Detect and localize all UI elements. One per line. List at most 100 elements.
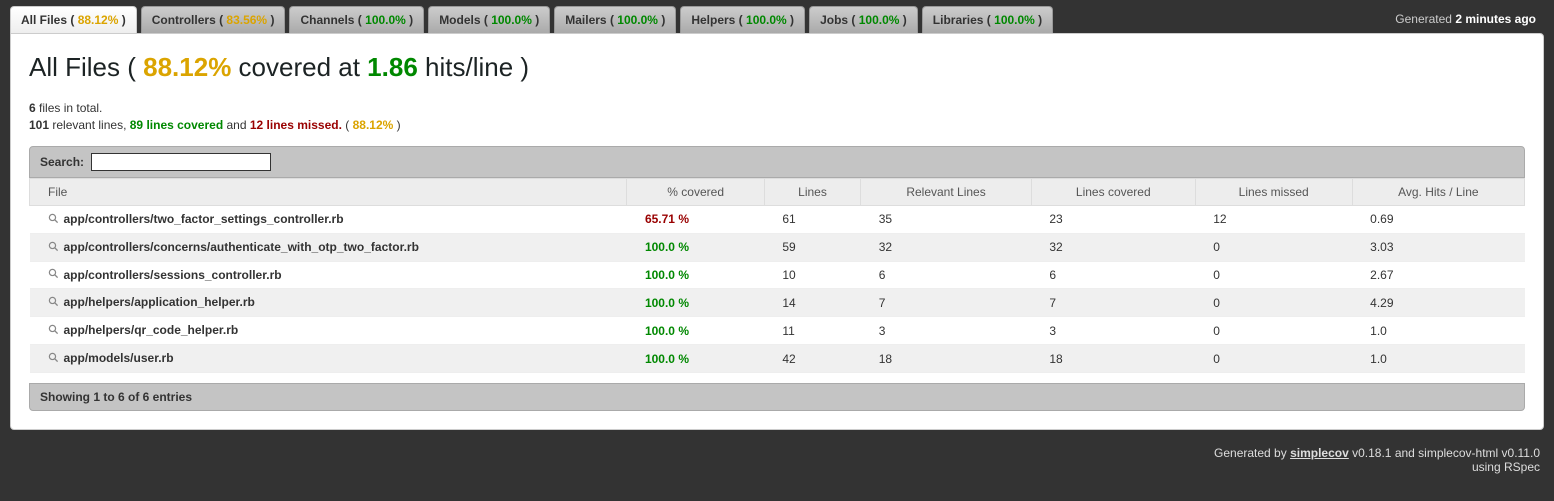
relevant-cell: 7 — [861, 289, 1032, 317]
tab-controllers[interactable]: Controllers ( 83.56% ) — [141, 6, 286, 33]
col-header[interactable]: File — [30, 179, 627, 206]
relevant-cell: 32 — [861, 233, 1032, 261]
page-footer: Generated by simplecov v0.18.1 and simpl… — [0, 440, 1554, 484]
col-header[interactable]: % covered — [627, 179, 764, 206]
summary-pct: 88.12% — [353, 118, 394, 132]
tab-jobs[interactable]: Jobs ( 100.0% ) — [809, 6, 918, 33]
relevant-count: 101 — [29, 118, 49, 132]
heading-prefix: All Files ( — [29, 52, 143, 82]
summary-lines: 101 relevant lines, 89 lines covered and… — [29, 118, 1525, 132]
col-header[interactable]: Lines — [764, 179, 860, 206]
lines-covered-cell: 23 — [1031, 206, 1195, 234]
heading-mid: covered at — [231, 52, 367, 82]
lines-cell: 10 — [764, 261, 860, 289]
file-cell[interactable]: app/controllers/sessions_controller.rb — [30, 261, 627, 289]
col-header[interactable]: Lines missed — [1195, 179, 1352, 206]
footer-rest: v0.18.1 and simplecov-html v0.11.0 — [1349, 446, 1540, 460]
coverage-table: File% coveredLinesRelevant LinesLines co… — [29, 178, 1525, 373]
lines-cell: 59 — [764, 233, 860, 261]
missed-txt: lines missed. — [263, 118, 342, 132]
tab-libraries[interactable]: Libraries ( 100.0% ) — [922, 6, 1053, 33]
table-footer: Showing 1 to 6 of 6 entries — [29, 383, 1525, 411]
table-row[interactable]: app/helpers/qr_code_helper.rb100.0 %1133… — [30, 317, 1525, 345]
file-cell[interactable]: app/controllers/concerns/authenticate_wi… — [30, 233, 627, 261]
magnify-icon[interactable] — [48, 352, 60, 366]
search-input[interactable] — [91, 153, 271, 171]
col-header[interactable]: Lines covered — [1031, 179, 1195, 206]
tab-list: All Files ( 88.12% )Controllers ( 83.56%… — [10, 6, 1053, 33]
covered-cell: 100.0 % — [627, 233, 764, 261]
covered-pct-value: 88.12% — [143, 52, 231, 82]
relevant-cell: 18 — [861, 345, 1032, 373]
tab-helpers[interactable]: Helpers ( 100.0% ) — [680, 6, 805, 33]
magnify-icon[interactable] — [48, 213, 60, 227]
table-row[interactable]: app/controllers/two_factor_settings_cont… — [30, 206, 1525, 234]
lines-covered-cell: 18 — [1031, 345, 1195, 373]
lines-covered-cell: 6 — [1031, 261, 1195, 289]
file-cell[interactable]: app/helpers/qr_code_helper.rb — [30, 317, 627, 345]
generated-prefix: Generated — [1395, 12, 1455, 26]
table-header-row: File% coveredLinesRelevant LinesLines co… — [30, 179, 1525, 206]
relevant-cell: 3 — [861, 317, 1032, 345]
magnify-icon[interactable] — [48, 296, 60, 310]
table-row[interactable]: app/models/user.rb100.0 %42181801.0 — [30, 345, 1525, 373]
covered-count: 89 lines covered — [130, 118, 223, 132]
avg-cell: 1.0 — [1352, 317, 1524, 345]
page-title: All Files ( 88.12% covered at 1.86 hits/… — [29, 52, 1525, 83]
table-row[interactable]: app/controllers/sessions_controller.rb10… — [30, 261, 1525, 289]
covered-cell: 100.0 % — [627, 317, 764, 345]
relevant-text: relevant lines, — [49, 118, 130, 132]
relevant-cell: 35 — [861, 206, 1032, 234]
lines-covered-cell: 3 — [1031, 317, 1195, 345]
tab-channels[interactable]: Channels ( 100.0% ) — [289, 6, 424, 33]
table-row[interactable]: app/helpers/application_helper.rb100.0 %… — [30, 289, 1525, 317]
tab-models[interactable]: Models ( 100.0% ) — [428, 6, 550, 33]
missed-cell: 12 — [1195, 206, 1352, 234]
file-count: 6 — [29, 101, 36, 115]
simplecov-link[interactable]: simplecov — [1290, 446, 1349, 460]
col-header[interactable]: Avg. Hits / Line — [1352, 179, 1524, 206]
covered-cell: 65.71 % — [627, 206, 764, 234]
magnify-icon[interactable] — [48, 241, 60, 255]
magnify-icon[interactable] — [48, 324, 60, 338]
file-cell[interactable]: app/controllers/two_factor_settings_cont… — [30, 206, 627, 234]
avg-cell: 4.29 — [1352, 289, 1524, 317]
lines-cell: 42 — [764, 345, 860, 373]
avg-cell: 2.67 — [1352, 261, 1524, 289]
missed-num: 12 — [250, 118, 263, 132]
footer-prefix: Generated by — [1214, 446, 1290, 460]
missed-cell: 0 — [1195, 345, 1352, 373]
main-content: All Files ( 88.12% covered at 1.86 hits/… — [10, 33, 1544, 430]
covered-txt: lines covered — [143, 118, 223, 132]
file-count-text: files in total. — [36, 101, 103, 115]
lines-covered-cell: 32 — [1031, 233, 1195, 261]
summary-files: 6 files in total. — [29, 101, 1525, 115]
pct-open: ( — [342, 118, 353, 132]
avg-cell: 3.03 — [1352, 233, 1524, 261]
missed-cell: 0 — [1195, 233, 1352, 261]
missed-cell: 0 — [1195, 317, 1352, 345]
lines-cell: 14 — [764, 289, 860, 317]
tab-mailers[interactable]: Mailers ( 100.0% ) — [554, 6, 676, 33]
avg-cell: 1.0 — [1352, 345, 1524, 373]
file-cell[interactable]: app/helpers/application_helper.rb — [30, 289, 627, 317]
file-cell[interactable]: app/models/user.rb — [30, 345, 627, 373]
col-header[interactable]: Relevant Lines — [861, 179, 1032, 206]
heading-suffix: hits/line ) — [418, 52, 529, 82]
footer-line2: using RSpec — [1472, 460, 1540, 474]
lines-cell: 61 — [764, 206, 860, 234]
generated-timestamp: Generated 2 minutes ago — [1395, 6, 1544, 26]
covered-cell: 100.0 % — [627, 289, 764, 317]
relevant-cell: 6 — [861, 261, 1032, 289]
generated-time: 2 minutes ago — [1455, 12, 1536, 26]
covered-cell: 100.0 % — [627, 261, 764, 289]
tab-all-files[interactable]: All Files ( 88.12% ) — [10, 6, 137, 33]
search-label: Search: — [40, 155, 84, 169]
avg-cell: 0.69 — [1352, 206, 1524, 234]
table-row[interactable]: app/controllers/concerns/authenticate_wi… — [30, 233, 1525, 261]
covered-num: 89 — [130, 118, 143, 132]
search-bar: Search: — [29, 146, 1525, 178]
missed-cell: 0 — [1195, 261, 1352, 289]
and-text: and — [223, 118, 250, 132]
magnify-icon[interactable] — [48, 268, 60, 282]
